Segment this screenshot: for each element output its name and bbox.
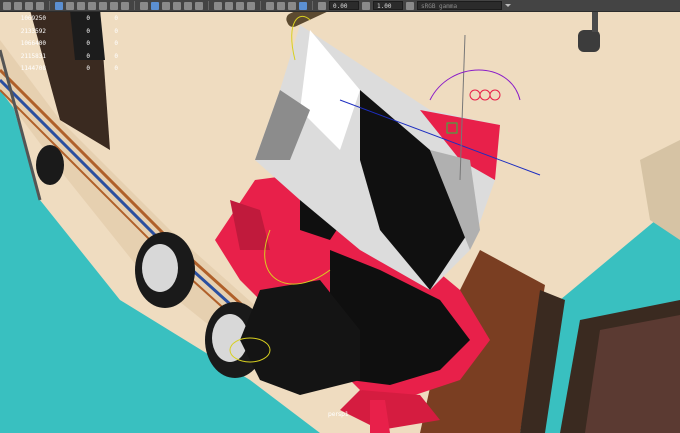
xray-icon[interactable] (277, 1, 285, 10)
toolbar-separator (208, 1, 209, 10)
hud-poly-count: 1069250 0 0 2133592 0 0 1066400 0 0 2115831 0 0 … (0, 13, 118, 76)
resolution-gate-icon[interactable] (77, 1, 85, 10)
isolate-select-icon[interactable] (266, 1, 274, 10)
shadows-icon[interactable] (195, 1, 203, 10)
wireframe-on-shaded-icon[interactable] (162, 1, 170, 10)
wireframe-icon[interactable] (140, 1, 148, 10)
depth-of-field-icon[interactable] (247, 1, 255, 10)
gamma-field[interactable]: 1.00 (373, 1, 403, 10)
maya-app: 0.00 1.00 sRGB gamma 1069250 0 0 2133592 0 0… (0, 0, 680, 433)
chevron-down-icon[interactable] (505, 4, 511, 7)
gamma-icon[interactable] (362, 1, 370, 10)
toolbar-separator (312, 1, 313, 10)
hud-row: 2133592 0 0 (20, 27, 118, 35)
toolbar-separator (260, 1, 261, 10)
color-management-icon[interactable] (406, 1, 414, 10)
hud-row: 1066400 0 0 (20, 40, 118, 47)
field-chart-icon[interactable] (99, 1, 107, 10)
xray-joints-icon[interactable] (288, 1, 296, 10)
image-plane-icon[interactable] (36, 1, 44, 10)
ambient-occlusion-icon[interactable] (214, 1, 222, 10)
camera-name-label: persp1 (328, 411, 349, 418)
toolbar-separator (49, 1, 50, 10)
grid-icon[interactable] (55, 1, 63, 10)
gate-mask-icon[interactable] (88, 1, 96, 10)
film-gate-icon[interactable] (66, 1, 74, 10)
safe-action-icon[interactable] (110, 1, 118, 10)
exposure-field[interactable]: 0.00 (329, 1, 359, 10)
smooth-shade-icon[interactable] (151, 1, 159, 10)
select-camera-icon[interactable] (3, 1, 11, 10)
exposure-icon[interactable] (318, 1, 326, 10)
textured-icon[interactable] (173, 1, 181, 10)
bookmarks-icon[interactable] (25, 1, 33, 10)
motion-blur-icon[interactable] (225, 1, 233, 10)
hud-row: 1144708 0 0 (20, 65, 118, 72)
lights-icon[interactable] (184, 1, 192, 10)
hud-row: 1069250 0 0 (20, 15, 118, 22)
safe-title-icon[interactable] (121, 1, 129, 10)
viewport-toolbar: 0.00 1.00 sRGB gamma (0, 0, 680, 12)
view-transform-field[interactable]: sRGB gamma (417, 1, 502, 10)
toolbar-separator (134, 1, 135, 10)
anti-aliasing-icon[interactable] (236, 1, 244, 10)
hud-row: 2115831 0 0 (20, 52, 118, 60)
camera-attributes-icon[interactable] (14, 1, 22, 10)
xray-components-icon[interactable] (299, 1, 307, 10)
